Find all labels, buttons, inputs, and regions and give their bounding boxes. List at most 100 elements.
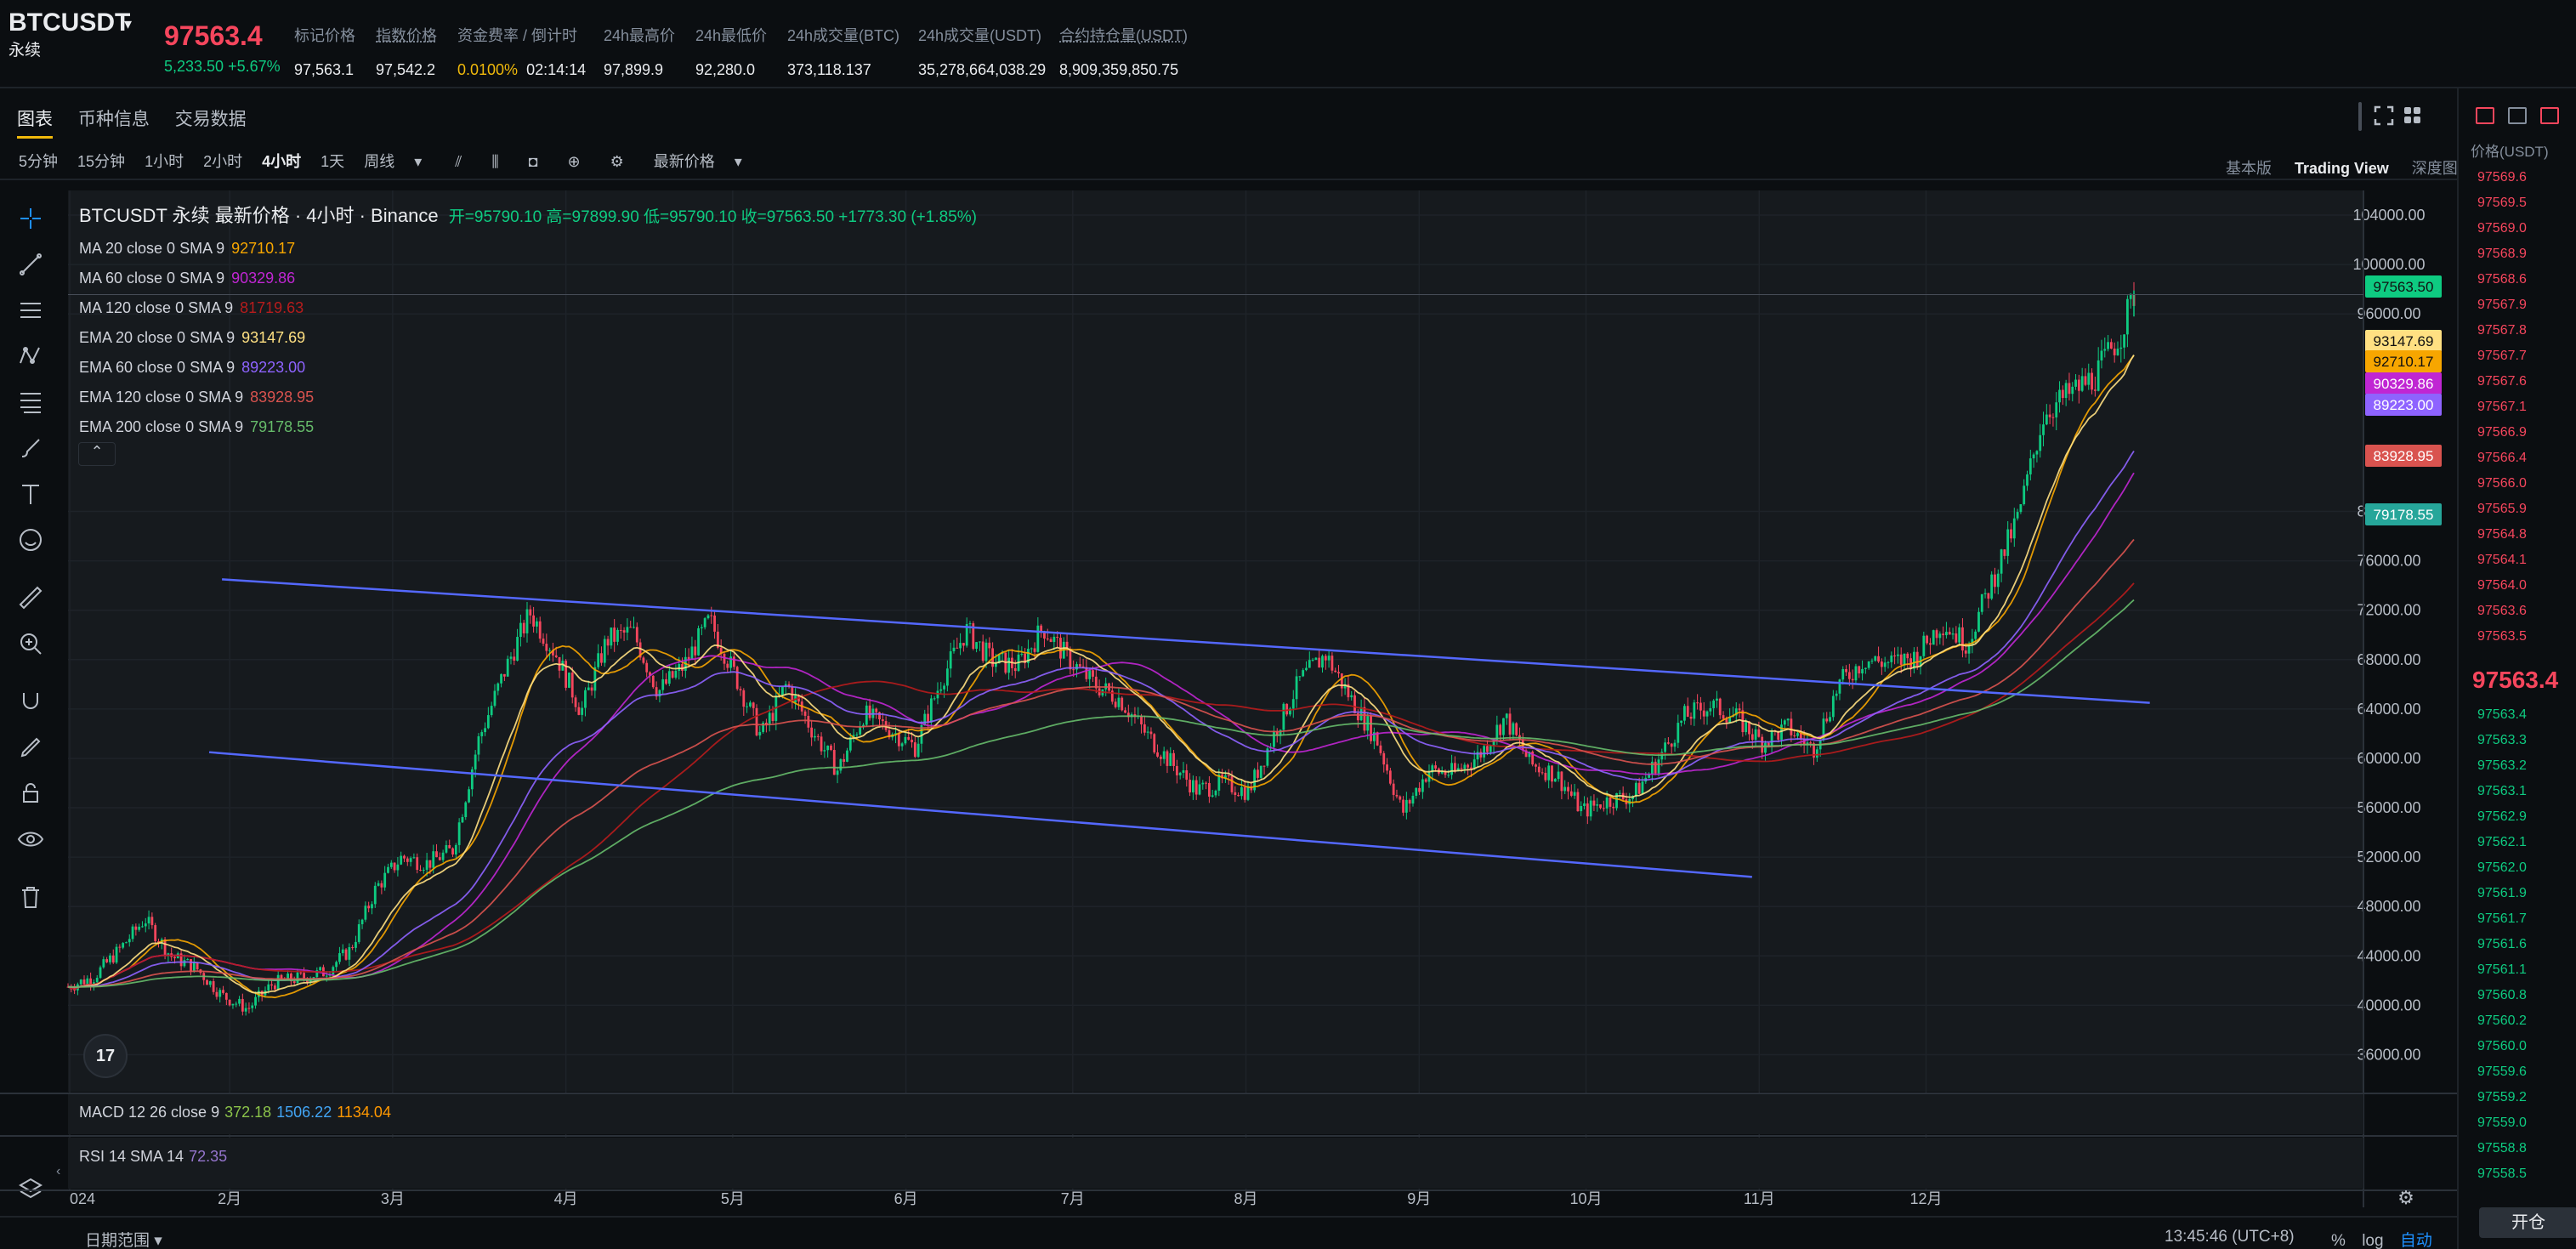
ask-price[interactable]: 97565.9: [2477, 502, 2527, 517]
bid-price[interactable]: 97562.0: [2477, 860, 2527, 876]
bid-price[interactable]: 97558.8: [2477, 1141, 2527, 1156]
candle-body: [276, 974, 280, 990]
bid-price[interactable]: 97562.9: [2477, 809, 2527, 825]
bid-price[interactable]: 97559.2: [2477, 1090, 2527, 1105]
candle-body: [144, 923, 147, 927]
ask-price[interactable]: 97569.5: [2477, 196, 2527, 211]
candle-body: [904, 736, 907, 744]
ask-price[interactable]: 97567.9: [2477, 298, 2527, 313]
ask-price[interactable]: 97566.4: [2477, 451, 2527, 466]
indicator-ema20[interactable]: EMA 20 close 0 SMA 9 93147.69: [79, 329, 977, 347]
candle-body: [2051, 417, 2055, 418]
candle-body: [1945, 632, 1948, 636]
bid-price[interactable]: 97559.0: [2477, 1116, 2527, 1131]
bid-price[interactable]: 97561.6: [2477, 937, 2527, 952]
indicator-ma20[interactable]: MA 20 close 0 SMA 9 92710.17: [79, 240, 977, 258]
ask-price[interactable]: 97567.7: [2477, 349, 2527, 364]
candle-body: [645, 662, 649, 673]
candle-body: [1483, 746, 1486, 758]
candle-body: [1605, 798, 1609, 809]
ask-price[interactable]: 97563.6: [2477, 604, 2527, 619]
ask-price[interactable]: 97566.0: [2477, 476, 2527, 491]
ask-price[interactable]: 97569.0: [2477, 221, 2527, 236]
candle-body: [1589, 800, 1592, 817]
candle-body: [224, 992, 228, 1000]
candle-body: [1508, 713, 1512, 735]
ask-price[interactable]: 97568.9: [2477, 247, 2527, 262]
open-position-button[interactable]: 开仓: [2479, 1207, 2576, 1238]
scale-auto[interactable]: 自动: [2400, 1232, 2432, 1249]
candle-body: [768, 712, 771, 725]
book-bids-icon[interactable]: [2508, 107, 2527, 124]
candle-body: [1809, 742, 1813, 744]
ask-price[interactable]: 97564.0: [2477, 578, 2527, 593]
ask-price[interactable]: 97567.1: [2477, 400, 2527, 415]
macd-label[interactable]: MACD 12 26 close 9 372.18 1506.22 1134.04: [79, 1104, 391, 1121]
scale-log[interactable]: log: [2362, 1232, 2383, 1249]
candle-body: [1075, 664, 1078, 670]
candle-body: [843, 759, 846, 762]
indicator-ma60[interactable]: MA 60 close 0 SMA 9 90329.86: [79, 270, 977, 287]
indicator-ema200[interactable]: EMA 200 close 0 SMA 9 79178.55: [79, 418, 977, 436]
book-both-icon[interactable]: [2476, 107, 2494, 124]
date-range-select[interactable]: 日期范围 ▾: [85, 1228, 162, 1249]
candle-body: [545, 644, 548, 651]
candle-body: [1576, 792, 1580, 812]
indicator-ema60[interactable]: EMA 60 close 0 SMA 9 89223.00: [79, 359, 977, 377]
bid-price[interactable]: 97560.2: [2477, 1013, 2527, 1029]
ask-price[interactable]: 97564.8: [2477, 527, 2527, 542]
bid-price[interactable]: 97561.9: [2477, 886, 2527, 901]
ask-price[interactable]: 97567.8: [2477, 323, 2527, 338]
candle-body: [1257, 769, 1259, 778]
bid-price[interactable]: 97563.3: [2477, 733, 2527, 748]
candle-body: [2109, 342, 2113, 349]
candle-body: [128, 939, 131, 943]
scale-percent[interactable]: %: [2331, 1232, 2346, 1249]
candle-body: [2093, 389, 2097, 391]
candle-body: [519, 622, 522, 638]
book-asks-icon[interactable]: [2540, 107, 2559, 124]
candle-body: [1421, 779, 1424, 792]
indicator-ma120[interactable]: MA 120 close 0 SMA 9 81719.63: [79, 299, 977, 317]
ask-price[interactable]: 97569.6: [2477, 170, 2527, 185]
candle-body: [1757, 729, 1761, 737]
tradingview-logo-icon[interactable]: 17: [83, 1034, 128, 1078]
candle-body: [502, 673, 506, 677]
candle-body: [122, 943, 125, 948]
ask-price[interactable]: 97564.1: [2477, 553, 2527, 568]
candle-body: [373, 885, 377, 905]
ask-price[interactable]: 97567.6: [2477, 374, 2527, 389]
candle-body: [1434, 765, 1437, 769]
candle-body: [2023, 485, 2026, 504]
candle-body: [584, 690, 587, 708]
ask-price[interactable]: 97566.9: [2477, 425, 2527, 440]
bid-price[interactable]: 97563.1: [2477, 784, 2527, 799]
ask-price[interactable]: 97563.5: [2477, 629, 2527, 644]
indicator-ema120[interactable]: EMA 120 close 0 SMA 9 83928.95: [79, 389, 977, 406]
bid-price[interactable]: 97559.6: [2477, 1064, 2527, 1080]
candle-body: [1718, 698, 1722, 716]
candle-body: [1402, 799, 1404, 813]
candle-body: [2113, 349, 2116, 355]
bid-price[interactable]: 97562.1: [2477, 835, 2527, 850]
bid-price[interactable]: 97560.0: [2477, 1039, 2527, 1054]
price-chart[interactable]: 104000.00100000.0096000.0080000.0076000.…: [0, 0, 2576, 1249]
rsi-label[interactable]: RSI 14 SMA 14 72.35: [79, 1148, 227, 1166]
scale-options: % log 自动: [2331, 1228, 2444, 1249]
bid-price[interactable]: 97563.2: [2477, 758, 2527, 774]
candle-body: [2058, 389, 2061, 403]
legend-collapse-button[interactable]: ⌃: [78, 442, 116, 466]
candle-body: [697, 627, 700, 656]
candle-body: [1285, 703, 1289, 715]
candle-body: [1699, 702, 1702, 711]
candle-body: [451, 848, 454, 854]
candle-body: [1693, 702, 1696, 719]
bid-price[interactable]: 97560.8: [2477, 988, 2527, 1003]
candle-body: [1702, 710, 1705, 717]
ask-price[interactable]: 97568.6: [2477, 272, 2527, 287]
bid-price[interactable]: 97561.7: [2477, 911, 2527, 927]
bid-price[interactable]: 97563.4: [2477, 707, 2527, 723]
bid-price[interactable]: 97561.1: [2477, 962, 2527, 978]
bid-price[interactable]: 97558.5: [2477, 1167, 2527, 1182]
candle-body: [1078, 664, 1081, 667]
